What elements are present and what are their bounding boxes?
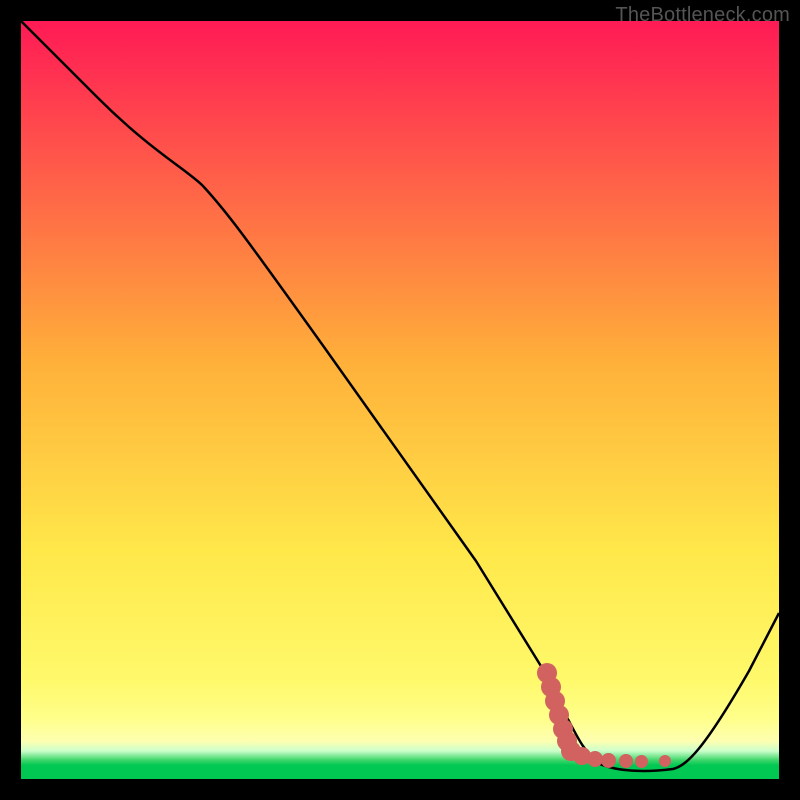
- bottleneck-curve-path: [21, 21, 779, 771]
- chart-frame: TheBottleneck.com: [0, 0, 800, 800]
- watermark-text: TheBottleneck.com: [615, 4, 790, 27]
- plot-area: [21, 21, 779, 779]
- curve-svg: [21, 21, 779, 779]
